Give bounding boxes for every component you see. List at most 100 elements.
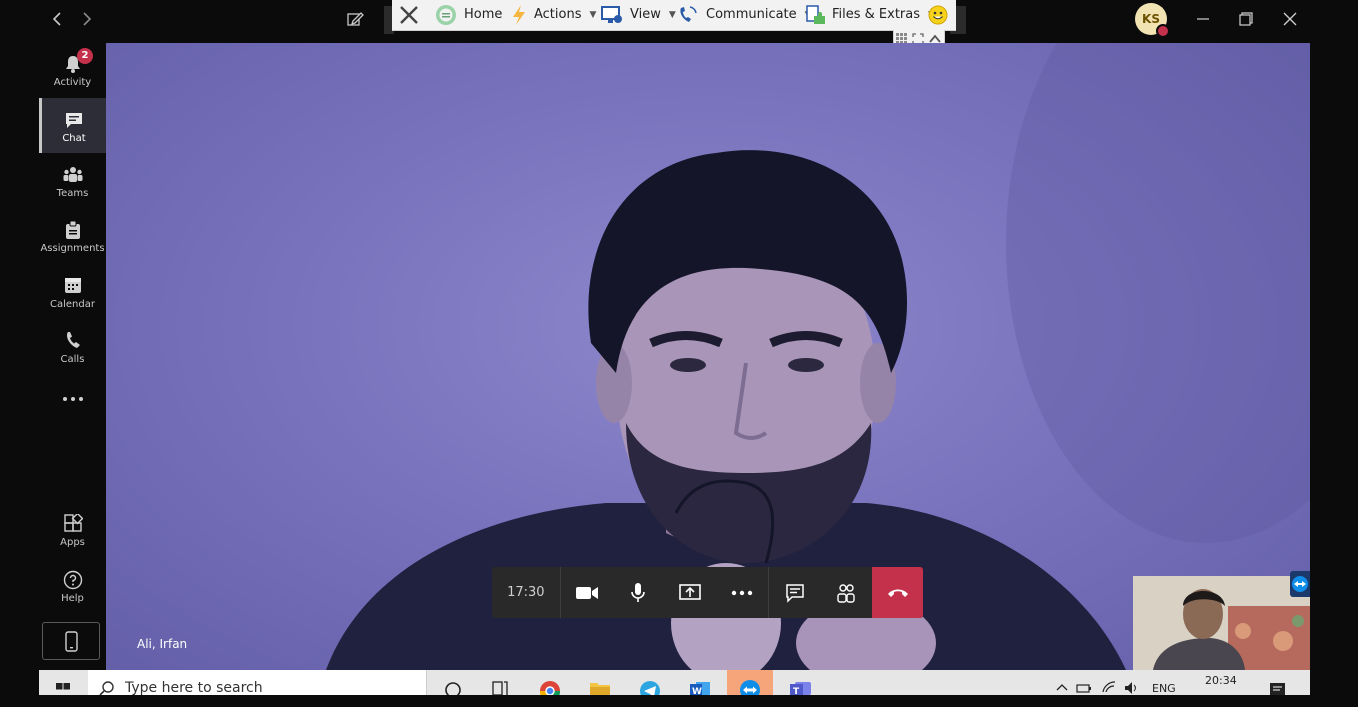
close-icon xyxy=(1283,12,1297,26)
sidebar-item-label: Activity xyxy=(53,77,92,88)
video-camera-icon xyxy=(575,586,598,599)
self-video-preview[interactable] xyxy=(1133,576,1310,670)
help-icon xyxy=(63,570,82,590)
sidebar-item-label: Apps xyxy=(60,537,85,548)
close-icon xyxy=(400,6,418,24)
share-screen-icon xyxy=(679,583,701,600)
call-timer: 17:30 xyxy=(507,585,545,600)
tv-menu-label: View xyxy=(630,7,661,22)
notifications-icon xyxy=(1270,683,1285,695)
self-video-image xyxy=(1133,576,1310,670)
sidebar-more-button[interactable] xyxy=(39,380,106,420)
lightning-icon xyxy=(513,5,525,25)
camera-toggle-button[interactable] xyxy=(561,567,613,618)
chat-bubble-icon xyxy=(785,583,804,603)
sidebar-item-label: Assignments xyxy=(40,243,105,254)
tv-menu-actions[interactable]: Actions ▼ xyxy=(510,0,596,30)
tray-overflow-button[interactable] xyxy=(1053,670,1071,695)
more-icon xyxy=(731,590,753,595)
caret-down-icon: ▼ xyxy=(589,10,597,20)
mobile-app-button[interactable] xyxy=(42,622,100,660)
telegram-icon xyxy=(640,681,660,701)
chevron-right-icon xyxy=(83,12,92,26)
minimize-button[interactable] xyxy=(1191,8,1215,30)
svg-text:W: W xyxy=(692,687,702,695)
more-icon xyxy=(62,397,83,401)
system-clock[interactable]: 20:34 xyxy=(1205,674,1237,699)
restore-button[interactable] xyxy=(1234,8,1258,30)
tv-menu-label: Home xyxy=(464,7,503,22)
apps-icon xyxy=(63,514,83,532)
search-placeholder: Type here to search xyxy=(125,680,263,696)
folder-icon xyxy=(590,683,610,695)
show-participants-button[interactable] xyxy=(821,567,873,618)
tv-feedback-button[interactable] xyxy=(928,0,948,30)
taskbar-search-box[interactable]: Type here to search xyxy=(88,670,427,696)
search-icon xyxy=(99,681,114,695)
teamviewer-close-button[interactable] xyxy=(398,0,420,30)
teamviewer-side-tab[interactable] xyxy=(1290,571,1310,597)
new-chat-button[interactable] xyxy=(344,8,366,30)
hang-up-button[interactable] xyxy=(872,567,923,618)
sidebar-item-chat[interactable]: Chat xyxy=(39,98,106,153)
teamviewer-toolbar: Home Actions ▼ View ▼ Communicate ▼ File… xyxy=(392,0,956,31)
sidebar-item-teams[interactable]: Teams xyxy=(39,153,106,208)
participants-icon xyxy=(837,583,856,603)
network-status[interactable] xyxy=(1101,670,1119,695)
back-button[interactable] xyxy=(48,8,68,30)
teams-icon xyxy=(63,167,82,182)
taskbar-teams[interactable]: T xyxy=(777,670,823,697)
taskbar-telegram[interactable] xyxy=(627,670,673,701)
sidebar-item-help[interactable]: Help xyxy=(39,558,106,613)
forward-button[interactable] xyxy=(76,8,96,30)
speaker-icon xyxy=(1125,682,1136,694)
sidebar-item-apps[interactable]: Apps xyxy=(39,502,106,557)
teams-app-icon: T xyxy=(790,682,811,697)
close-window-button[interactable] xyxy=(1278,8,1302,30)
puzzle-icon xyxy=(806,5,825,24)
chevron-up-icon xyxy=(1056,684,1068,691)
taskbar-word[interactable]: W xyxy=(677,670,723,697)
presence-indicator xyxy=(1156,24,1170,38)
hang-up-icon xyxy=(887,589,908,597)
sidebar-item-label: Help xyxy=(61,593,84,604)
microphone-icon xyxy=(631,582,646,602)
teamviewer-icon xyxy=(1292,576,1308,592)
calendar-icon xyxy=(64,278,81,293)
tv-menu-files-extras[interactable]: Files & Extras ▼ xyxy=(804,0,935,30)
tv-menu-label: Communicate xyxy=(706,7,797,22)
sidebar-item-calls[interactable]: Calls xyxy=(39,319,106,374)
sidebar-item-label: Chat xyxy=(62,133,86,144)
tv-menu-label: Files & Extras xyxy=(832,7,921,22)
tv-menu-communicate[interactable]: Communicate ▼ xyxy=(676,0,812,30)
app-bar: 2 Activity Chat Teams Assignments Calend… xyxy=(39,40,106,670)
sidebar-item-assignments[interactable]: Assignments xyxy=(39,208,106,263)
phone-icon xyxy=(680,6,697,22)
more-actions-button[interactable] xyxy=(716,567,768,618)
volume-control[interactable] xyxy=(1123,670,1141,695)
sidebar-item-label: Teams xyxy=(56,188,89,199)
taskbar-teamviewer[interactable] xyxy=(727,670,773,700)
task-view-button[interactable] xyxy=(477,670,523,696)
cortana-icon xyxy=(445,682,461,698)
sidebar-item-calendar[interactable]: Calendar xyxy=(39,264,106,319)
cortana-button[interactable] xyxy=(430,670,476,698)
show-conversation-button[interactable] xyxy=(769,567,821,618)
caret-down-icon: ▼ xyxy=(668,10,676,20)
taskbar-file-explorer[interactable] xyxy=(577,670,623,695)
start-button[interactable] xyxy=(39,670,87,695)
sidebar-item-activity[interactable]: 2 Activity xyxy=(39,42,106,97)
taskbar-chrome[interactable] xyxy=(527,670,573,702)
assignments-icon xyxy=(65,220,80,239)
tv-menu-view[interactable]: View ▼ xyxy=(600,0,676,30)
mobile-phone-icon xyxy=(65,631,78,652)
share-screen-button[interactable] xyxy=(664,567,716,618)
windows-logo-icon xyxy=(56,683,70,690)
action-center-button[interactable] xyxy=(1267,670,1289,695)
call-controls-bar: 17:30 xyxy=(492,567,923,618)
sidebar-item-label: Calendar xyxy=(50,299,95,310)
battery-status[interactable] xyxy=(1075,670,1093,695)
microphone-toggle-button[interactable] xyxy=(612,567,664,618)
restore-icon xyxy=(1239,12,1253,26)
tv-menu-home[interactable]: Home xyxy=(434,0,502,30)
